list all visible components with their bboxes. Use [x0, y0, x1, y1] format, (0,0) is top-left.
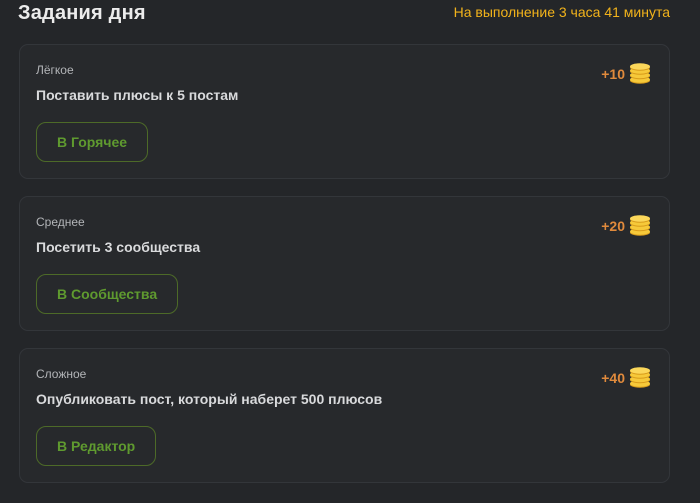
task-card-medium: Среднее Посетить 3 сообщества +20 В Сооб…: [19, 196, 670, 331]
task-difficulty: Лёгкое: [36, 63, 74, 77]
task-description: Опубликовать пост, который наберет 500 п…: [36, 391, 383, 407]
go-to-communities-button[interactable]: В Сообщества: [36, 274, 179, 314]
task-reward: +10: [601, 63, 651, 85]
task-description: Поставить плюсы к 5 постам: [36, 87, 239, 103]
coin-stack-icon: [630, 63, 650, 84]
coin-stack-icon: [630, 367, 650, 388]
task-description: Посетить 3 сообщества: [36, 239, 201, 255]
time-left-label: На выполнение 3 часа 41 минута: [453, 4, 670, 20]
task-difficulty: Среднее: [36, 215, 85, 229]
reward-amount: +10: [601, 66, 625, 82]
reward-amount: +20: [601, 218, 625, 234]
task-card-hard: Сложное Опубликовать пост, который набер…: [19, 348, 670, 483]
task-difficulty: Сложное: [36, 367, 87, 381]
task-reward: +20: [601, 215, 651, 237]
page-title: Задания дня: [18, 2, 146, 24]
reward-amount: +40: [601, 370, 625, 386]
task-card-easy: Лёгкое Поставить плюсы к 5 постам +10 В …: [19, 44, 670, 179]
task-reward: +40: [601, 367, 651, 389]
go-to-editor-button[interactable]: В Редактор: [36, 426, 157, 466]
coin-stack-icon: [630, 215, 650, 236]
daily-tasks-header: Задания дня На выполнение 3 часа 41 мину…: [0, 0, 700, 30]
go-to-hot-button[interactable]: В Горячее: [36, 122, 149, 162]
